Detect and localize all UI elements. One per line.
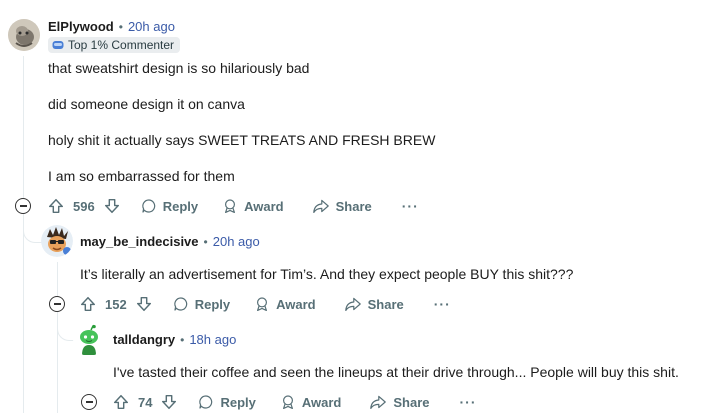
comment-text: that sweatshirt design is so hilariously…: [48, 60, 310, 76]
flair-commenter-icon: [52, 41, 64, 49]
upvote-icon: [113, 394, 129, 410]
avatar-image: [73, 324, 105, 356]
reply-button[interactable]: Reply: [141, 198, 198, 214]
upvote-icon: [48, 198, 64, 214]
avatar-image: [8, 19, 40, 51]
reply-label: Reply: [220, 394, 256, 410]
share-icon: [344, 297, 361, 311]
upvote-button[interactable]: [79, 295, 97, 313]
collapse-icon: [85, 401, 93, 403]
share-label: Share: [367, 296, 404, 312]
reply-bubble-icon: [142, 199, 155, 213]
vote-count: 74: [138, 394, 153, 410]
more-options-button[interactable]: ···: [434, 296, 451, 312]
separator: •: [118, 19, 123, 34]
comment-text: It’s literally an advertisement for Tim’…: [80, 266, 574, 282]
share-button[interactable]: Share: [344, 296, 404, 312]
vote-count: 596: [73, 198, 95, 214]
downvote-icon: [162, 394, 177, 410]
downvote-icon: [136, 296, 151, 312]
share-icon: [312, 199, 329, 213]
downvote-icon: [104, 198, 119, 214]
reply-label: Reply: [162, 198, 199, 214]
share-label: Share: [335, 198, 372, 214]
award-button[interactable]: Award: [254, 296, 316, 312]
vote-count: 152: [105, 296, 127, 312]
collapse-icon: [19, 205, 27, 207]
username[interactable]: talldangry: [113, 332, 175, 347]
reply-button[interactable]: Reply: [173, 296, 230, 312]
more-options-icon: ···: [401, 198, 419, 214]
thread-elbow: [23, 214, 42, 243]
reply-label: Reply: [194, 296, 231, 312]
award-label: Award: [276, 296, 316, 312]
comment-actions: 596 Reply Award Share ···: [47, 194, 419, 218]
avatar[interactable]: [41, 225, 73, 257]
timestamp[interactable]: 18h ago: [189, 332, 236, 347]
comment-actions: 74 Reply Award Share ···: [112, 390, 477, 414]
share-button[interactable]: Share: [312, 198, 372, 214]
timestamp[interactable]: 20h ago: [213, 234, 260, 249]
user-flair: Top 1% Commenter: [48, 37, 181, 53]
award-icon: [282, 395, 293, 409]
reply-bubble-icon: [174, 297, 187, 311]
thread-line[interactable]: [23, 56, 24, 198]
award-label: Award: [301, 394, 342, 410]
separator: •: [203, 234, 208, 249]
upvote-icon: [80, 296, 96, 312]
username[interactable]: ElPlywood: [48, 19, 114, 34]
downvote-button[interactable]: [160, 393, 178, 411]
collapse-icon: [53, 303, 61, 305]
award-button[interactable]: Award: [280, 394, 342, 410]
share-button[interactable]: Share: [369, 394, 430, 410]
more-options-icon: ···: [459, 394, 477, 410]
more-options-button[interactable]: ···: [460, 394, 477, 410]
comment-text: I've tasted their coffee and seen the li…: [113, 364, 679, 380]
award-label: Award: [244, 198, 284, 214]
collapse-button[interactable]: [81, 394, 97, 410]
comment-text: I am so embarrassed for them: [48, 168, 235, 184]
comment-actions: 152 Reply Award Share ···: [79, 292, 451, 316]
upvote-button[interactable]: [112, 393, 130, 411]
avatar[interactable]: [8, 19, 40, 51]
share-icon: [370, 395, 387, 409]
downvote-button[interactable]: [135, 295, 153, 313]
upvote-button[interactable]: [47, 197, 65, 215]
award-button[interactable]: Award: [222, 198, 284, 214]
thread-elbow: [57, 312, 74, 341]
avatar[interactable]: [73, 324, 105, 356]
thread-line[interactable]: [23, 214, 24, 413]
reply-bubble-icon: [199, 395, 213, 409]
reply-button[interactable]: Reply: [198, 394, 256, 410]
avatar-image: [41, 225, 73, 257]
comment-text: did someone design it on canva: [48, 96, 245, 112]
username[interactable]: may_be_indecisive: [80, 234, 199, 249]
collapse-button[interactable]: [15, 198, 31, 214]
separator: •: [180, 332, 185, 347]
flair-label: Top 1% Commenter: [68, 38, 175, 52]
comment-text: holy shit it actually says SWEET TREATS …: [48, 132, 436, 148]
award-icon: [257, 297, 268, 311]
more-options-button[interactable]: ···: [402, 198, 419, 214]
share-label: Share: [393, 394, 430, 410]
award-icon: [225, 199, 236, 213]
collapse-button[interactable]: [49, 296, 65, 312]
downvote-button[interactable]: [103, 197, 121, 215]
more-options-icon: ···: [433, 296, 451, 312]
thread-line[interactable]: [57, 262, 58, 296]
timestamp[interactable]: 20h ago: [128, 19, 175, 34]
